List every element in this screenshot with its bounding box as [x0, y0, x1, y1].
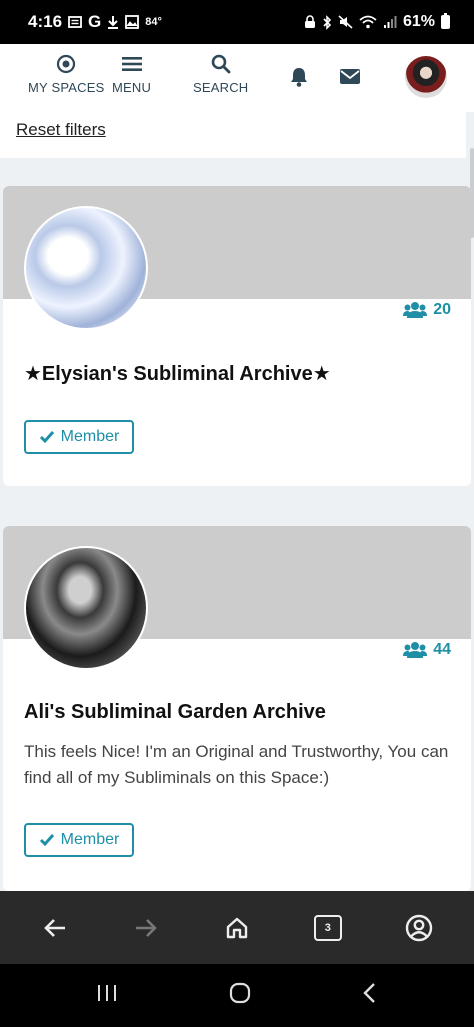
space-title[interactable]: ★Elysian's Subliminal Archive★ — [24, 361, 331, 386]
recents-icon — [97, 985, 116, 1001]
status-bar: 4:16 G 84° 61% — [0, 0, 474, 44]
bluetooth-icon — [323, 14, 332, 30]
space-title[interactable]: Ali's Subliminal Garden Archive — [24, 701, 326, 724]
space-card[interactable]: 20 ★Elysian's Subliminal Archive★ Member — [3, 186, 471, 486]
clock: 4:16 — [28, 12, 63, 31]
forward-button[interactable] — [122, 904, 170, 952]
system-back-button[interactable] — [362, 982, 378, 1009]
browser-toolbar: 3 — [0, 891, 474, 964]
temperature: 84° — [145, 16, 162, 28]
nav-search[interactable]: SEARCH — [193, 54, 248, 95]
membership-label: Member — [60, 831, 120, 848]
nav-my-spaces[interactable]: MY SPACES — [28, 54, 104, 95]
users-icon — [403, 642, 428, 658]
notifications-button[interactable] — [289, 66, 309, 93]
nav-search-label: SEARCH — [193, 80, 249, 95]
nav-menu[interactable]: MENU — [112, 54, 151, 95]
target-icon — [57, 54, 76, 74]
account-icon — [405, 914, 432, 941]
member-count-value: 20 — [433, 301, 451, 318]
reset-filters-link[interactable]: Reset filters — [16, 120, 106, 140]
member-count: 44 — [403, 641, 451, 659]
wifi-icon — [359, 15, 377, 29]
back-button[interactable] — [31, 904, 79, 952]
member-count-value: 44 — [433, 641, 451, 658]
lock-icon — [304, 15, 315, 28]
checkmark-icon — [39, 431, 54, 444]
home-icon — [226, 917, 248, 938]
system-navigation — [0, 964, 474, 1027]
battery-icon — [441, 13, 450, 29]
filters-bar: Reset filters — [0, 112, 466, 158]
nav-my-spaces-label: MY SPACES — [28, 80, 105, 95]
space-description: This feels Nice! I'm an Original and Tru… — [24, 742, 449, 787]
membership-label: Member — [60, 428, 120, 445]
search-icon — [211, 54, 231, 74]
tabs-icon: 3 — [313, 914, 342, 941]
nav-menu-label: MENU — [112, 80, 152, 95]
users-icon — [403, 302, 428, 318]
space-card[interactable]: 44 Ali's Subliminal Garden Archive This … — [3, 526, 471, 891]
chevron-left-icon — [363, 983, 376, 1003]
membership-button[interactable]: Member — [24, 823, 134, 857]
battery-percent: 61% — [402, 13, 435, 30]
membership-button[interactable]: Member — [24, 420, 134, 454]
messages-button[interactable] — [339, 68, 361, 90]
mute-icon — [338, 15, 353, 29]
home-circle-icon — [229, 982, 251, 1004]
download-icon — [108, 16, 119, 29]
envelope-icon — [340, 69, 360, 84]
account-button[interactable] — [395, 904, 443, 952]
recent-apps-button[interactable] — [96, 983, 118, 1008]
space-avatar — [24, 206, 148, 330]
google-icon: G — [88, 12, 102, 31]
member-count: 20 — [403, 301, 451, 319]
checkmark-icon — [39, 834, 54, 847]
signal-icon — [383, 16, 397, 28]
hamburger-icon — [121, 57, 142, 71]
user-avatar[interactable] — [405, 56, 447, 98]
arrow-left-icon — [44, 918, 66, 937]
space-avatar — [24, 546, 148, 670]
news-icon — [68, 16, 82, 28]
home-button[interactable] — [213, 904, 261, 952]
arrow-right-icon — [136, 918, 158, 937]
home-system-button[interactable] — [229, 982, 251, 1009]
tabs-button[interactable]: 3 — [304, 904, 352, 952]
gallery-icon — [125, 15, 140, 29]
bell-icon — [291, 68, 307, 87]
tab-count: 3 — [324, 921, 331, 934]
top-navigation: MY SPACES MENU SEARCH — [0, 44, 474, 112]
